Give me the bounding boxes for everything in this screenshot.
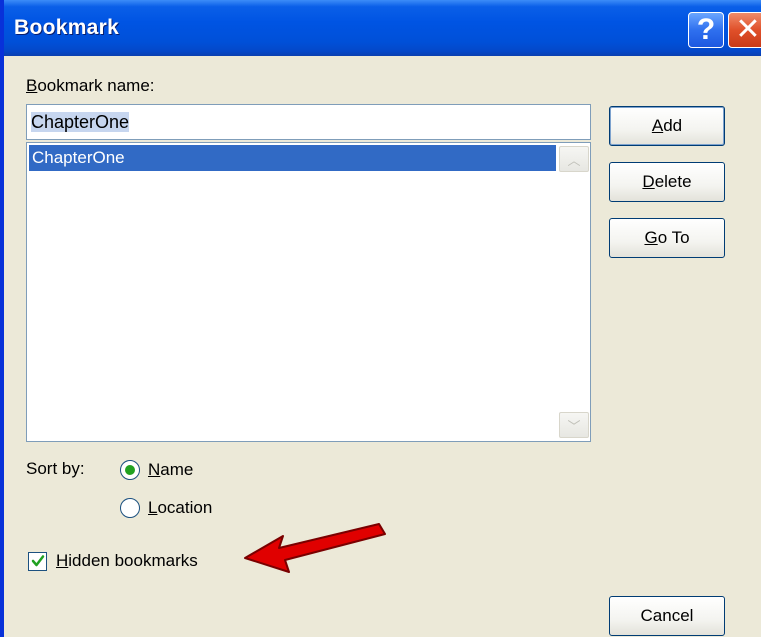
scroll-down-button[interactable]: ﹀	[559, 412, 589, 438]
go-to-button[interactable]: Go To	[609, 218, 725, 258]
title-bar[interactable]: Bookmark ? ✕	[4, 0, 761, 56]
close-button[interactable]: ✕	[728, 12, 761, 48]
sort-location-label[interactable]: Location	[148, 498, 212, 518]
chevron-up-icon: ︿	[567, 152, 581, 168]
cancel-button[interactable]: Cancel	[609, 596, 725, 636]
close-icon: ✕	[735, 13, 761, 46]
dialog-title: Bookmark	[14, 16, 120, 39]
bookmark-dialog: Bookmark ? ✕ Bookmark name: ChapterOne C…	[0, 0, 761, 637]
hidden-bookmarks-checkbox[interactable]	[28, 552, 47, 571]
list-item[interactable]: ChapterOne	[29, 145, 556, 171]
add-button[interactable]: Add	[609, 106, 725, 146]
help-button[interactable]: ?	[688, 12, 724, 48]
red-arrow-icon	[244, 523, 386, 573]
sort-by-label: Sort by:	[26, 459, 85, 478]
hidden-bookmarks-label[interactable]: Hidden bookmarks	[56, 551, 198, 571]
chevron-down-icon: ﹀	[567, 418, 581, 434]
help-icon: ?	[696, 13, 716, 46]
bookmark-list[interactable]: ChapterOne ︿ ﹀	[26, 142, 591, 442]
sort-name-radio[interactable]	[120, 460, 140, 480]
sort-name-label[interactable]: Name	[148, 460, 193, 480]
delete-button[interactable]: Delete	[609, 162, 725, 202]
bookmark-name-label: Bookmark name:	[26, 76, 155, 95]
radio-selected-dot	[125, 465, 135, 475]
bookmark-name-value: ChapterOne	[31, 112, 130, 132]
bookmark-name-input[interactable]: ChapterOne	[26, 104, 591, 140]
scroll-up-button[interactable]: ︿	[559, 146, 589, 172]
checkmark-icon	[31, 555, 45, 567]
sort-location-radio[interactable]	[120, 498, 140, 518]
